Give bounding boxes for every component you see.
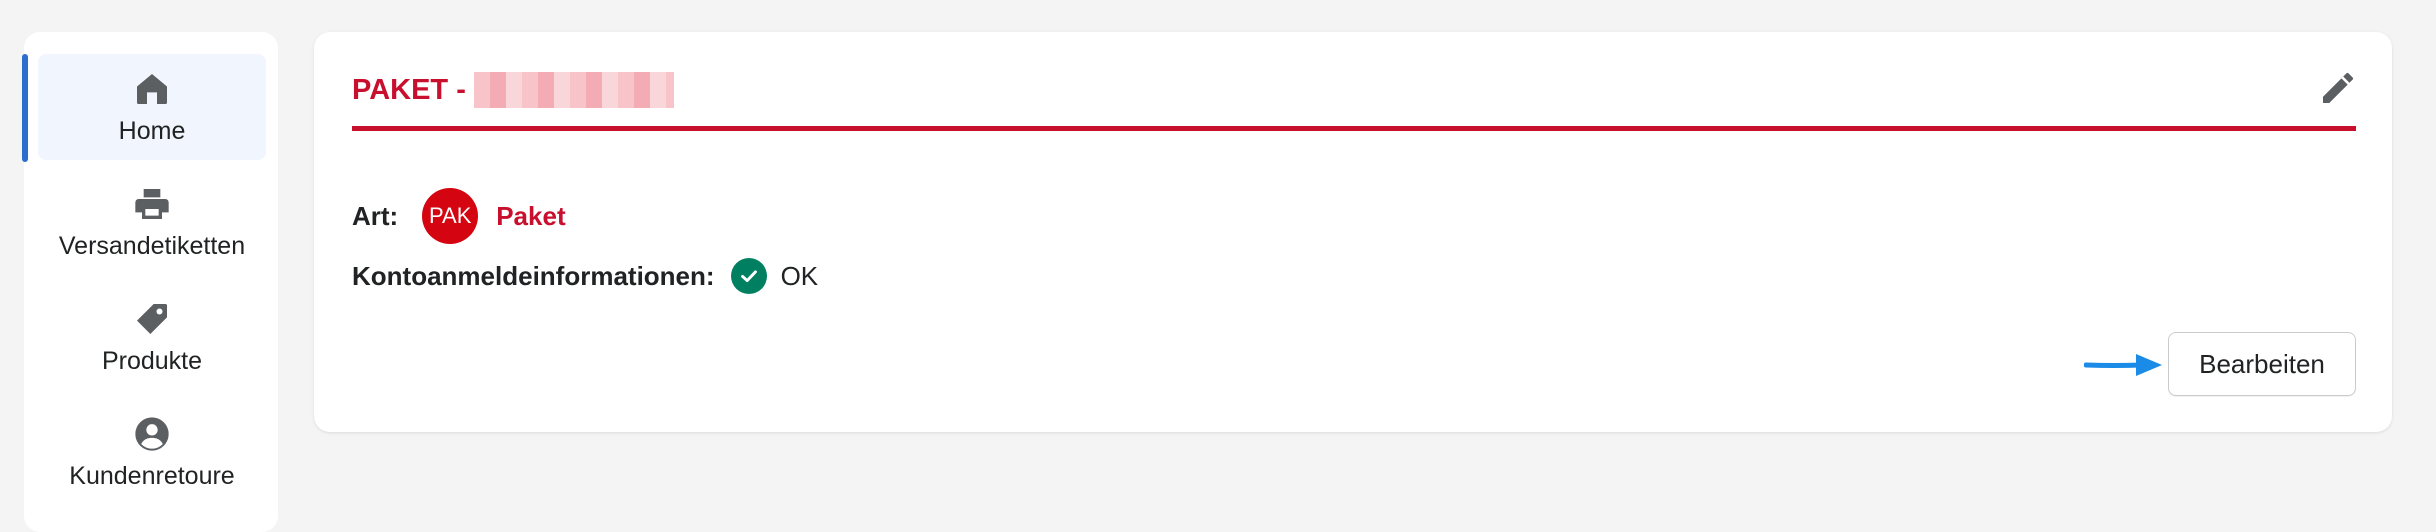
sidebar-nav: Home Versandetiketten Produkte Kundenret…: [22, 32, 278, 532]
account-circle-icon: [135, 416, 169, 451]
redacted-account-id: [473, 72, 674, 108]
sidebar-item-label: Produkte: [101, 346, 203, 375]
sidebar-item-kundenretoure[interactable]: Kundenretoure: [38, 399, 266, 505]
sidebar-item-label: Home: [118, 116, 186, 145]
sidebar-item-produkte[interactable]: Produkte: [38, 284, 266, 390]
pak-badge: PAK: [422, 188, 479, 244]
art-value: Paket: [496, 200, 566, 231]
edit-button[interactable]: Bearbeiten: [2168, 332, 2356, 396]
title-divider: [352, 126, 2356, 131]
tag-icon: [137, 303, 167, 334]
printer-icon: [135, 188, 169, 219]
carrier-card: PAKET - Art: PAK Paket Kontoanmeldeinfor…: [314, 32, 2392, 432]
arrow-pointer-icon: [2084, 354, 2162, 376]
credentials-row: Kontoanmeldeinformationen: OK: [352, 258, 818, 294]
art-label: Art:: [352, 200, 399, 231]
sidebar-item-versandetiketten[interactable]: Versandetiketten: [38, 169, 266, 275]
nav-active-indicator: [22, 54, 28, 162]
credentials-status: OK: [780, 260, 819, 291]
art-row: Art: PAK Paket: [352, 188, 566, 244]
sidebar-item-label: Versandetiketten: [58, 231, 246, 260]
check-circle-icon: [730, 258, 767, 294]
pencil-icon[interactable]: [2318, 68, 2358, 108]
card-title: PAKET -: [352, 72, 674, 108]
sidebar-item-label: Kundenretoure: [69, 461, 235, 490]
credentials-label: Kontoanmeldeinformationen:: [352, 260, 715, 291]
card-title-prefix: PAKET -: [352, 73, 466, 106]
sidebar-item-home[interactable]: Home: [38, 54, 266, 160]
home-icon: [137, 73, 167, 104]
